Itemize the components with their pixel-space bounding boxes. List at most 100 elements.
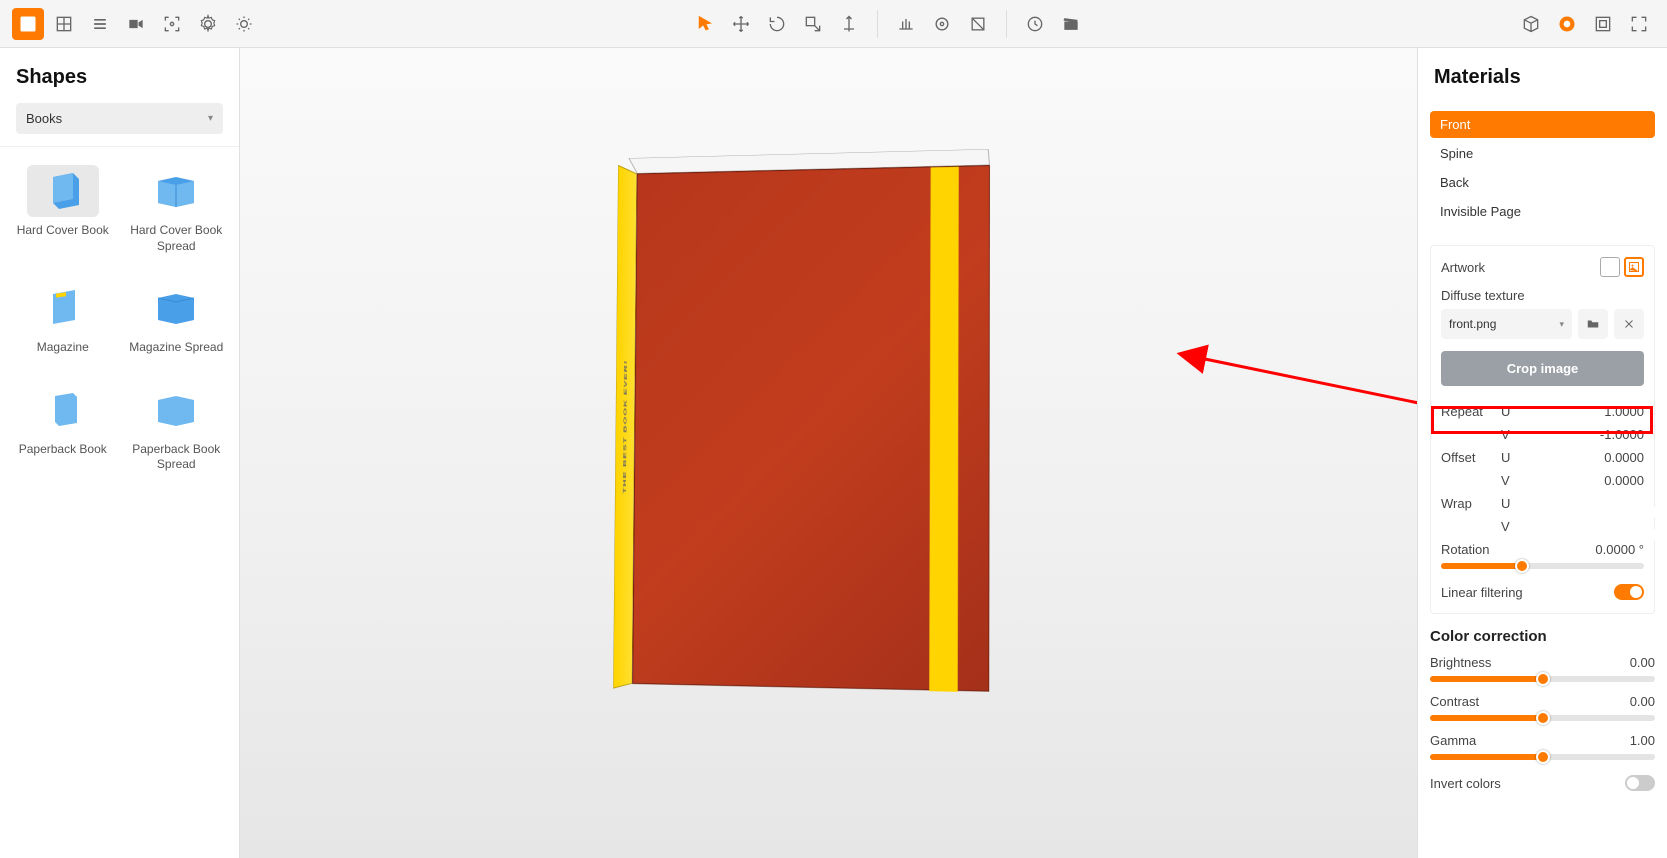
artwork-image-button[interactable] (1624, 257, 1644, 277)
repeat-label: Repeat (1441, 404, 1501, 419)
shape-item-hardcover-spread[interactable]: Hard Cover Book Spread (122, 155, 232, 264)
shape-label: Hard Cover Book (17, 223, 109, 239)
texture-section: Artwork Diffuse texture front.png ▾ Crop (1430, 245, 1655, 614)
layer-icon[interactable] (962, 8, 994, 40)
shapes-panel-title: Shapes (0, 48, 239, 103)
repeat-v-input[interactable]: -1.0000 (1531, 427, 1644, 442)
materials-panel-title: Materials (1418, 48, 1667, 103)
shape-item-paperback-spread[interactable]: Paperback Book Spread (122, 374, 232, 483)
linear-filtering-label: Linear filtering (1441, 585, 1523, 600)
chevron-down-icon: ▾ (1559, 319, 1564, 330)
shape-item-magazine[interactable]: Magazine (8, 272, 118, 366)
rotation-label: Rotation (1441, 542, 1489, 557)
shape-item-paperback[interactable]: Paperback Book (8, 374, 118, 483)
chevron-down-icon: ▾ (208, 113, 213, 124)
artwork-label: Artwork (1441, 260, 1485, 275)
camera-icon[interactable] (120, 8, 152, 40)
paperback-spread-icon (152, 390, 200, 430)
offset-u-input[interactable]: 0.0000 (1531, 450, 1644, 465)
material-tab-front[interactable]: Front (1430, 111, 1655, 138)
u-label: U (1501, 496, 1531, 511)
repeat-v-row: V -1.0000 (1441, 423, 1644, 446)
invert-colors-toggle[interactable] (1625, 775, 1655, 791)
offset-v-row: V 0.0000 (1441, 469, 1644, 492)
target-icon[interactable] (926, 8, 958, 40)
offset-v-input[interactable]: 0.0000 (1531, 473, 1644, 488)
repeat-u-row: Repeat U 1.0000 (1441, 400, 1644, 423)
shape-label: Magazine (37, 340, 89, 356)
wrap-label: Wrap (1441, 496, 1501, 511)
brightness-slider[interactable] (1430, 676, 1655, 682)
gear-icon[interactable] (192, 8, 224, 40)
wrap-v-row: V (1441, 515, 1644, 538)
wrap-u-row: Wrap U (1441, 492, 1644, 515)
artwork-color-button[interactable] (1600, 257, 1620, 277)
scale-icon[interactable] (797, 8, 829, 40)
offset-label: Offset (1441, 450, 1501, 465)
gamma-slider[interactable] (1430, 754, 1655, 760)
linear-filtering-toggle[interactable] (1614, 584, 1644, 600)
focus-icon[interactable] (156, 8, 188, 40)
contrast-value[interactable]: 0.00 (1630, 694, 1655, 709)
book-model: THE BEST BOOK EVER! (629, 167, 1029, 717)
rotation-slider[interactable] (1441, 563, 1644, 569)
offset-u-row: Offset U 0.0000 (1441, 446, 1644, 469)
add-shape-button[interactable] (12, 8, 44, 40)
clock-icon[interactable] (1019, 8, 1051, 40)
material-tab-invisible[interactable]: Invisible Page (1430, 198, 1655, 225)
shapes-category-select[interactable]: Books ▾ (16, 103, 223, 134)
fullscreen-icon[interactable] (1623, 8, 1655, 40)
shapes-grid: Hard Cover Book Hard Cover Book Spread M… (0, 146, 239, 491)
snap-icon[interactable] (890, 8, 922, 40)
spine-text: THE BEST BOOK EVER! (622, 359, 628, 493)
list-icon[interactable] (84, 8, 116, 40)
crop-image-button[interactable]: Crop image (1441, 351, 1644, 386)
color-correction-title: Color correction (1430, 628, 1655, 645)
rotate-icon[interactable] (761, 8, 793, 40)
texture-file-select[interactable]: front.png ▾ (1441, 309, 1572, 339)
window-icon[interactable] (1587, 8, 1619, 40)
brightness-label: Brightness (1430, 655, 1491, 670)
rotation-value[interactable]: 0.0000 (1595, 542, 1635, 557)
shape-label: Magazine Spread (129, 340, 223, 356)
grid-icon[interactable] (48, 8, 80, 40)
select-cursor-icon[interactable] (689, 8, 721, 40)
u-label: U (1501, 404, 1531, 419)
material-tab-back[interactable]: Back (1430, 169, 1655, 196)
magazine-icon (39, 288, 87, 328)
materials-icon[interactable] (1551, 8, 1583, 40)
texture-file-name: front.png (1449, 317, 1496, 331)
gamma-value[interactable]: 1.00 (1630, 733, 1655, 748)
repeat-u-input[interactable]: 1.0000 (1531, 404, 1644, 419)
shape-item-magazine-spread[interactable]: Magazine Spread (122, 272, 232, 366)
u-label: U (1501, 450, 1531, 465)
materials-panel: Materials Front Spine Back Invisible Pag… (1417, 48, 1667, 858)
invert-colors-label: Invert colors (1430, 776, 1501, 791)
light-icon[interactable] (228, 8, 260, 40)
v-label: V (1501, 519, 1531, 534)
shape-label: Paperback Book Spread (126, 442, 228, 473)
material-tab-spine[interactable]: Spine (1430, 140, 1655, 167)
transform-icon[interactable] (833, 8, 865, 40)
cube-icon[interactable] (1515, 8, 1547, 40)
clear-texture-button[interactable] (1614, 309, 1644, 339)
move-icon[interactable] (725, 8, 757, 40)
book-closed-icon (39, 171, 87, 211)
viewport-3d[interactable]: THE BEST BOOK EVER! (240, 48, 1417, 858)
v-label: V (1501, 427, 1531, 442)
brightness-value[interactable]: 0.00 (1630, 655, 1655, 670)
v-label: V (1501, 473, 1531, 488)
material-tabs: Front Spine Back Invisible Page (1418, 103, 1667, 235)
shape-label: Hard Cover Book Spread (126, 223, 228, 254)
shape-item-hardcover[interactable]: Hard Cover Book (8, 155, 118, 264)
contrast-slider[interactable] (1430, 715, 1655, 721)
book-spread-icon (152, 171, 200, 211)
clapboard-icon[interactable] (1055, 8, 1087, 40)
category-label: Books (26, 111, 62, 126)
top-toolbar (0, 0, 1667, 48)
diffuse-texture-label: Diffuse texture (1441, 288, 1644, 303)
contrast-label: Contrast (1430, 694, 1479, 709)
magazine-spread-icon (152, 288, 200, 328)
paperback-icon (39, 390, 87, 430)
browse-texture-button[interactable] (1578, 309, 1608, 339)
